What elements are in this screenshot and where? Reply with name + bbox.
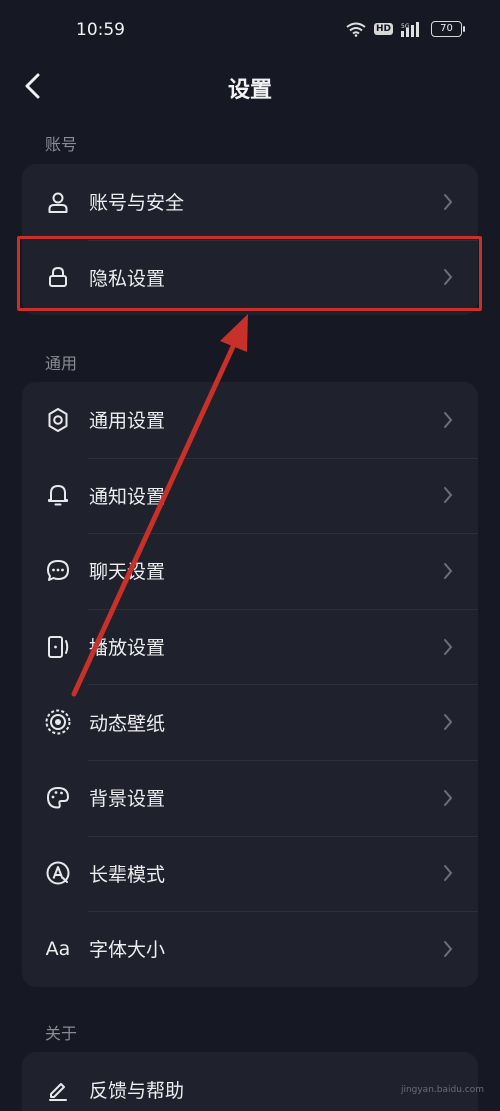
chevron-right-icon	[444, 487, 453, 504]
row-label: 账号与安全	[89, 192, 185, 215]
wifi-icon	[346, 22, 366, 37]
palette-icon	[44, 784, 72, 812]
user-icon	[44, 188, 72, 216]
chevron-right-icon	[444, 193, 453, 210]
chevron-right-icon	[444, 940, 453, 957]
chevron-right-icon	[444, 714, 453, 731]
row-label: 字体大小	[89, 939, 166, 962]
section-label-account: 账号	[45, 135, 78, 154]
settings-row-playback[interactable]: 播放设置	[22, 608, 478, 685]
live-wallpaper-icon	[44, 708, 72, 736]
signal-icon: 5G	[401, 21, 419, 37]
settings-row-background[interactable]: 背景设置	[22, 759, 478, 836]
row-label: 通知设置	[89, 485, 166, 508]
status-bar: 10:59 HD 5G 70	[0, 0, 500, 62]
section-label-about: 关于	[45, 1024, 78, 1043]
chat-bubble-icon	[44, 557, 72, 585]
settings-row-elder-mode[interactable]: 长辈模式	[22, 835, 478, 912]
row-label: 聊天设置	[89, 561, 166, 584]
settings-row-live-wallpaper[interactable]: 动态壁纸	[22, 684, 478, 760]
row-label: 背景设置	[89, 788, 166, 811]
row-label: 动态壁纸	[89, 712, 166, 735]
section-label-general: 通用	[45, 354, 78, 373]
highlight-box	[17, 236, 482, 311]
row-label: 通用设置	[89, 410, 166, 433]
watermark: jingyan.baidu.com	[400, 1085, 484, 1095]
chevron-right-icon	[444, 562, 453, 579]
general-group: 通用设置 通知设置 聊天设置 播放设置 动态壁纸 背景设置 长辈模式 Aa 字体…	[22, 382, 478, 987]
font-size-icon: Aa	[45, 937, 71, 960]
pen-icon	[44, 1076, 72, 1104]
chevron-right-icon	[444, 638, 453, 655]
page-title: 设置	[227, 78, 272, 103]
status-time: 10:59	[76, 20, 125, 40]
battery-indicator: 70	[431, 21, 465, 37]
play-device-icon	[44, 633, 72, 661]
bell-icon	[44, 481, 72, 509]
settings-row-font-size[interactable]: Aa 字体大小	[22, 911, 478, 987]
nav-bar: 设置	[0, 62, 500, 112]
settings-row-account-security[interactable]: 账号与安全	[22, 164, 478, 240]
settings-row-feedback[interactable]: 反馈与帮助	[22, 1052, 478, 1111]
row-label: 反馈与帮助	[89, 1080, 185, 1103]
hd-badge: HD	[373, 23, 393, 35]
status-icons: HD 5G 70	[346, 21, 465, 37]
chevron-right-icon	[444, 411, 453, 428]
elder-mode-icon	[44, 859, 72, 887]
row-label: 播放设置	[89, 637, 166, 660]
chevron-right-icon	[444, 865, 453, 882]
row-label: 长辈模式	[89, 863, 166, 886]
gear-icon	[44, 406, 72, 434]
settings-row-notification[interactable]: 通知设置	[22, 457, 478, 534]
settings-row-general[interactable]: 通用设置	[22, 382, 478, 458]
settings-row-chat[interactable]: 聊天设置	[22, 533, 478, 609]
chevron-right-icon	[444, 789, 453, 806]
about-group: 反馈与帮助	[22, 1052, 478, 1111]
